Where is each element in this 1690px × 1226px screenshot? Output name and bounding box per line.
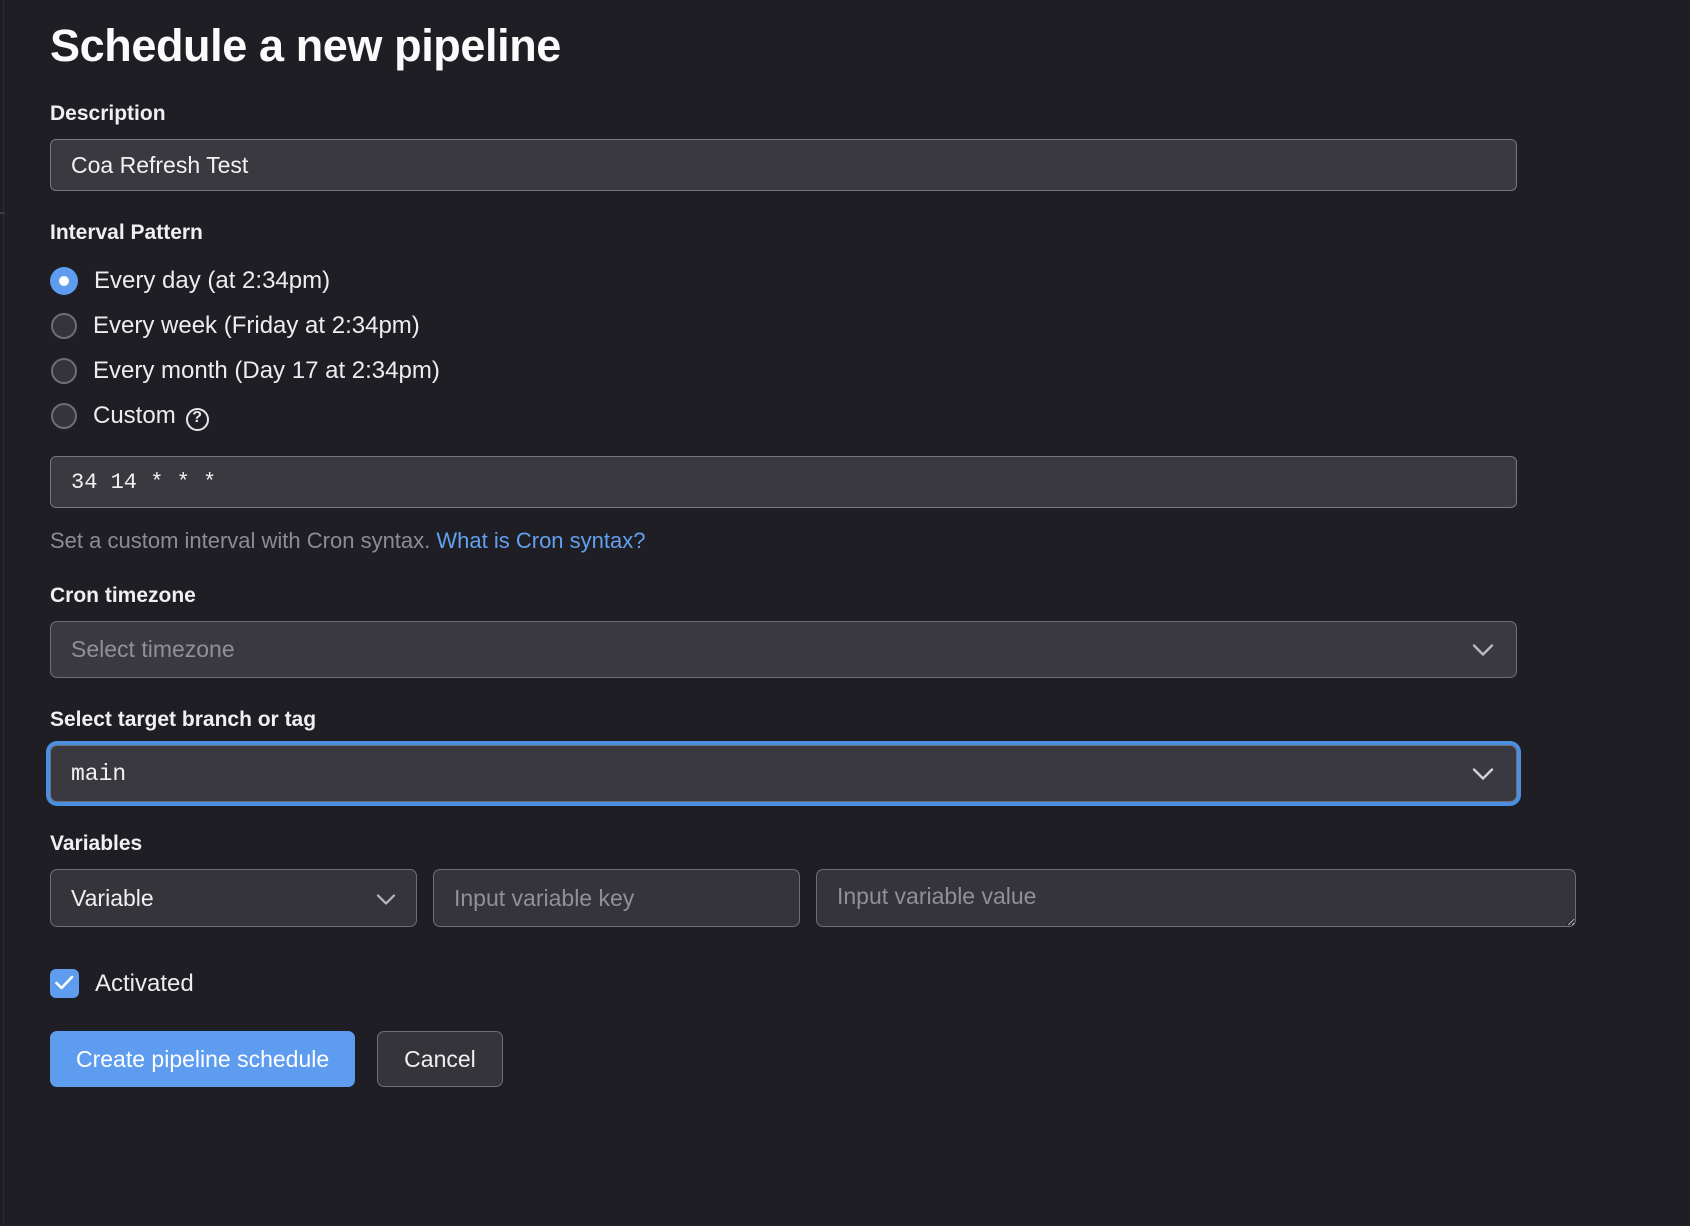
radio-every-month-indicator[interactable] — [51, 357, 77, 384]
description-input[interactable] — [50, 139, 1517, 191]
cron-expression-input[interactable] — [50, 456, 1517, 508]
radio-custom-label: Custom — [93, 401, 176, 429]
description-label: Description — [50, 102, 166, 125]
radio-every-week-label: Every week (Friday at 2:34pm) — [93, 311, 420, 339]
page-title: Schedule a new pipeline — [50, 20, 561, 71]
radio-option-every-week[interactable]: Every week (Friday at 2:34pm) — [50, 303, 1650, 348]
variable-type-select[interactable]: Variable — [50, 869, 417, 927]
variable-row: Variable — [50, 869, 1650, 927]
interval-pattern-label: Interval Pattern — [50, 221, 203, 244]
radio-every-week-indicator[interactable] — [51, 312, 77, 339]
activated-checkbox[interactable] — [50, 969, 79, 998]
target-branch-value: main — [71, 760, 127, 787]
cron-hint: Set a custom interval with Cron syntax. … — [50, 528, 1650, 554]
cron-timezone-label: Cron timezone — [50, 584, 196, 607]
radio-option-custom[interactable]: Custom ? — [50, 393, 1650, 438]
cancel-button[interactable]: Cancel — [377, 1031, 503, 1087]
cron-timezone-placeholder: Select timezone — [71, 636, 235, 662]
chevron-down-icon — [1472, 760, 1494, 787]
radio-every-month-label: Every month (Day 17 at 2:34pm) — [93, 356, 440, 384]
cron-syntax-link[interactable]: What is Cron syntax? — [436, 528, 645, 553]
variable-type-value: Variable — [71, 884, 154, 911]
radio-custom-indicator[interactable] — [51, 402, 77, 429]
activated-row[interactable]: Activated — [50, 969, 1650, 998]
cron-input-wrapper — [50, 456, 1650, 508]
cron-hint-text: Set a custom interval with Cron syntax. — [50, 528, 431, 553]
chevron-down-icon — [376, 885, 396, 912]
target-branch-select[interactable]: main — [50, 745, 1517, 802]
activated-label: Activated — [95, 969, 194, 997]
radio-every-day-indicator[interactable] — [50, 266, 78, 295]
variables-label: Variables — [50, 832, 143, 855]
schedule-pipeline-form: Schedule a new pipeline Description Inte… — [0, 0, 1690, 1087]
target-branch-label: Select target branch or tag — [50, 708, 317, 731]
question-mark-circle-icon[interactable]: ? — [185, 408, 209, 431]
create-pipeline-schedule-button[interactable]: Create pipeline schedule — [50, 1031, 356, 1087]
variable-key-input[interactable] — [433, 869, 800, 927]
radio-option-every-month[interactable]: Every month (Day 17 at 2:34pm) — [50, 348, 1650, 393]
radio-every-day-label: Every day (at 2:34pm) — [94, 266, 331, 294]
variable-value-input[interactable] — [816, 869, 1576, 927]
radio-option-every-day[interactable]: Every day (at 2:34pm) — [50, 258, 1650, 303]
checkmark-icon — [55, 975, 74, 990]
interval-pattern-radio-group: Every day (at 2:34pm) Every week (Friday… — [50, 258, 1650, 438]
form-actions: Create pipeline schedule Cancel — [50, 1031, 1650, 1087]
chevron-down-icon — [1472, 636, 1494, 663]
cron-timezone-select[interactable]: Select timezone — [50, 621, 1517, 678]
